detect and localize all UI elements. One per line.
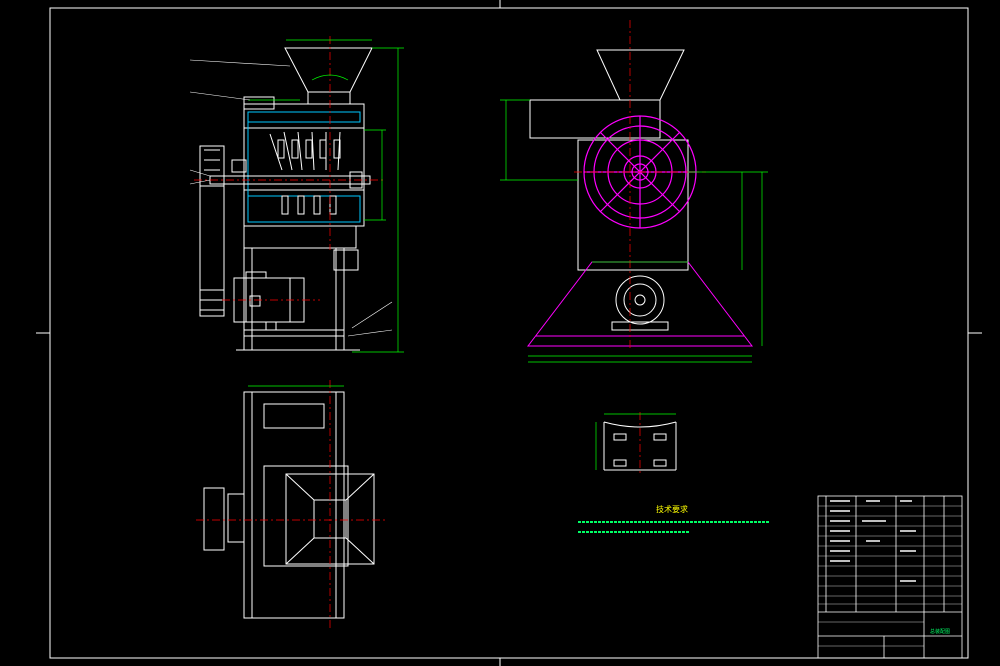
hopper-section [284,47,373,104]
drive-pulley [199,145,225,317]
side-motor [611,275,669,331]
support-frame [236,248,360,351]
top-pulley [203,487,245,551]
side-dimensions [500,99,768,363]
side-base [526,261,754,347]
center-lines [194,36,384,301]
side-view [500,20,768,363]
crusher-housing-section [243,96,365,249]
hammer-blades [269,131,341,215]
title-block: 总装配图 [817,495,963,659]
part-leaders [189,59,393,337]
technical-notes: 技术要求 [578,504,770,533]
top-view [196,380,386,630]
drawing-name: 总装配图 [930,628,950,635]
main-shaft [209,159,371,189]
front-section-view [189,36,404,353]
detail-view [595,412,677,476]
notes-title: 技术要求 [656,504,688,514]
side-hopper [596,49,685,101]
cad-drawing: 技术要求 总装配图 [36,0,982,666]
top-frame [243,391,349,619]
